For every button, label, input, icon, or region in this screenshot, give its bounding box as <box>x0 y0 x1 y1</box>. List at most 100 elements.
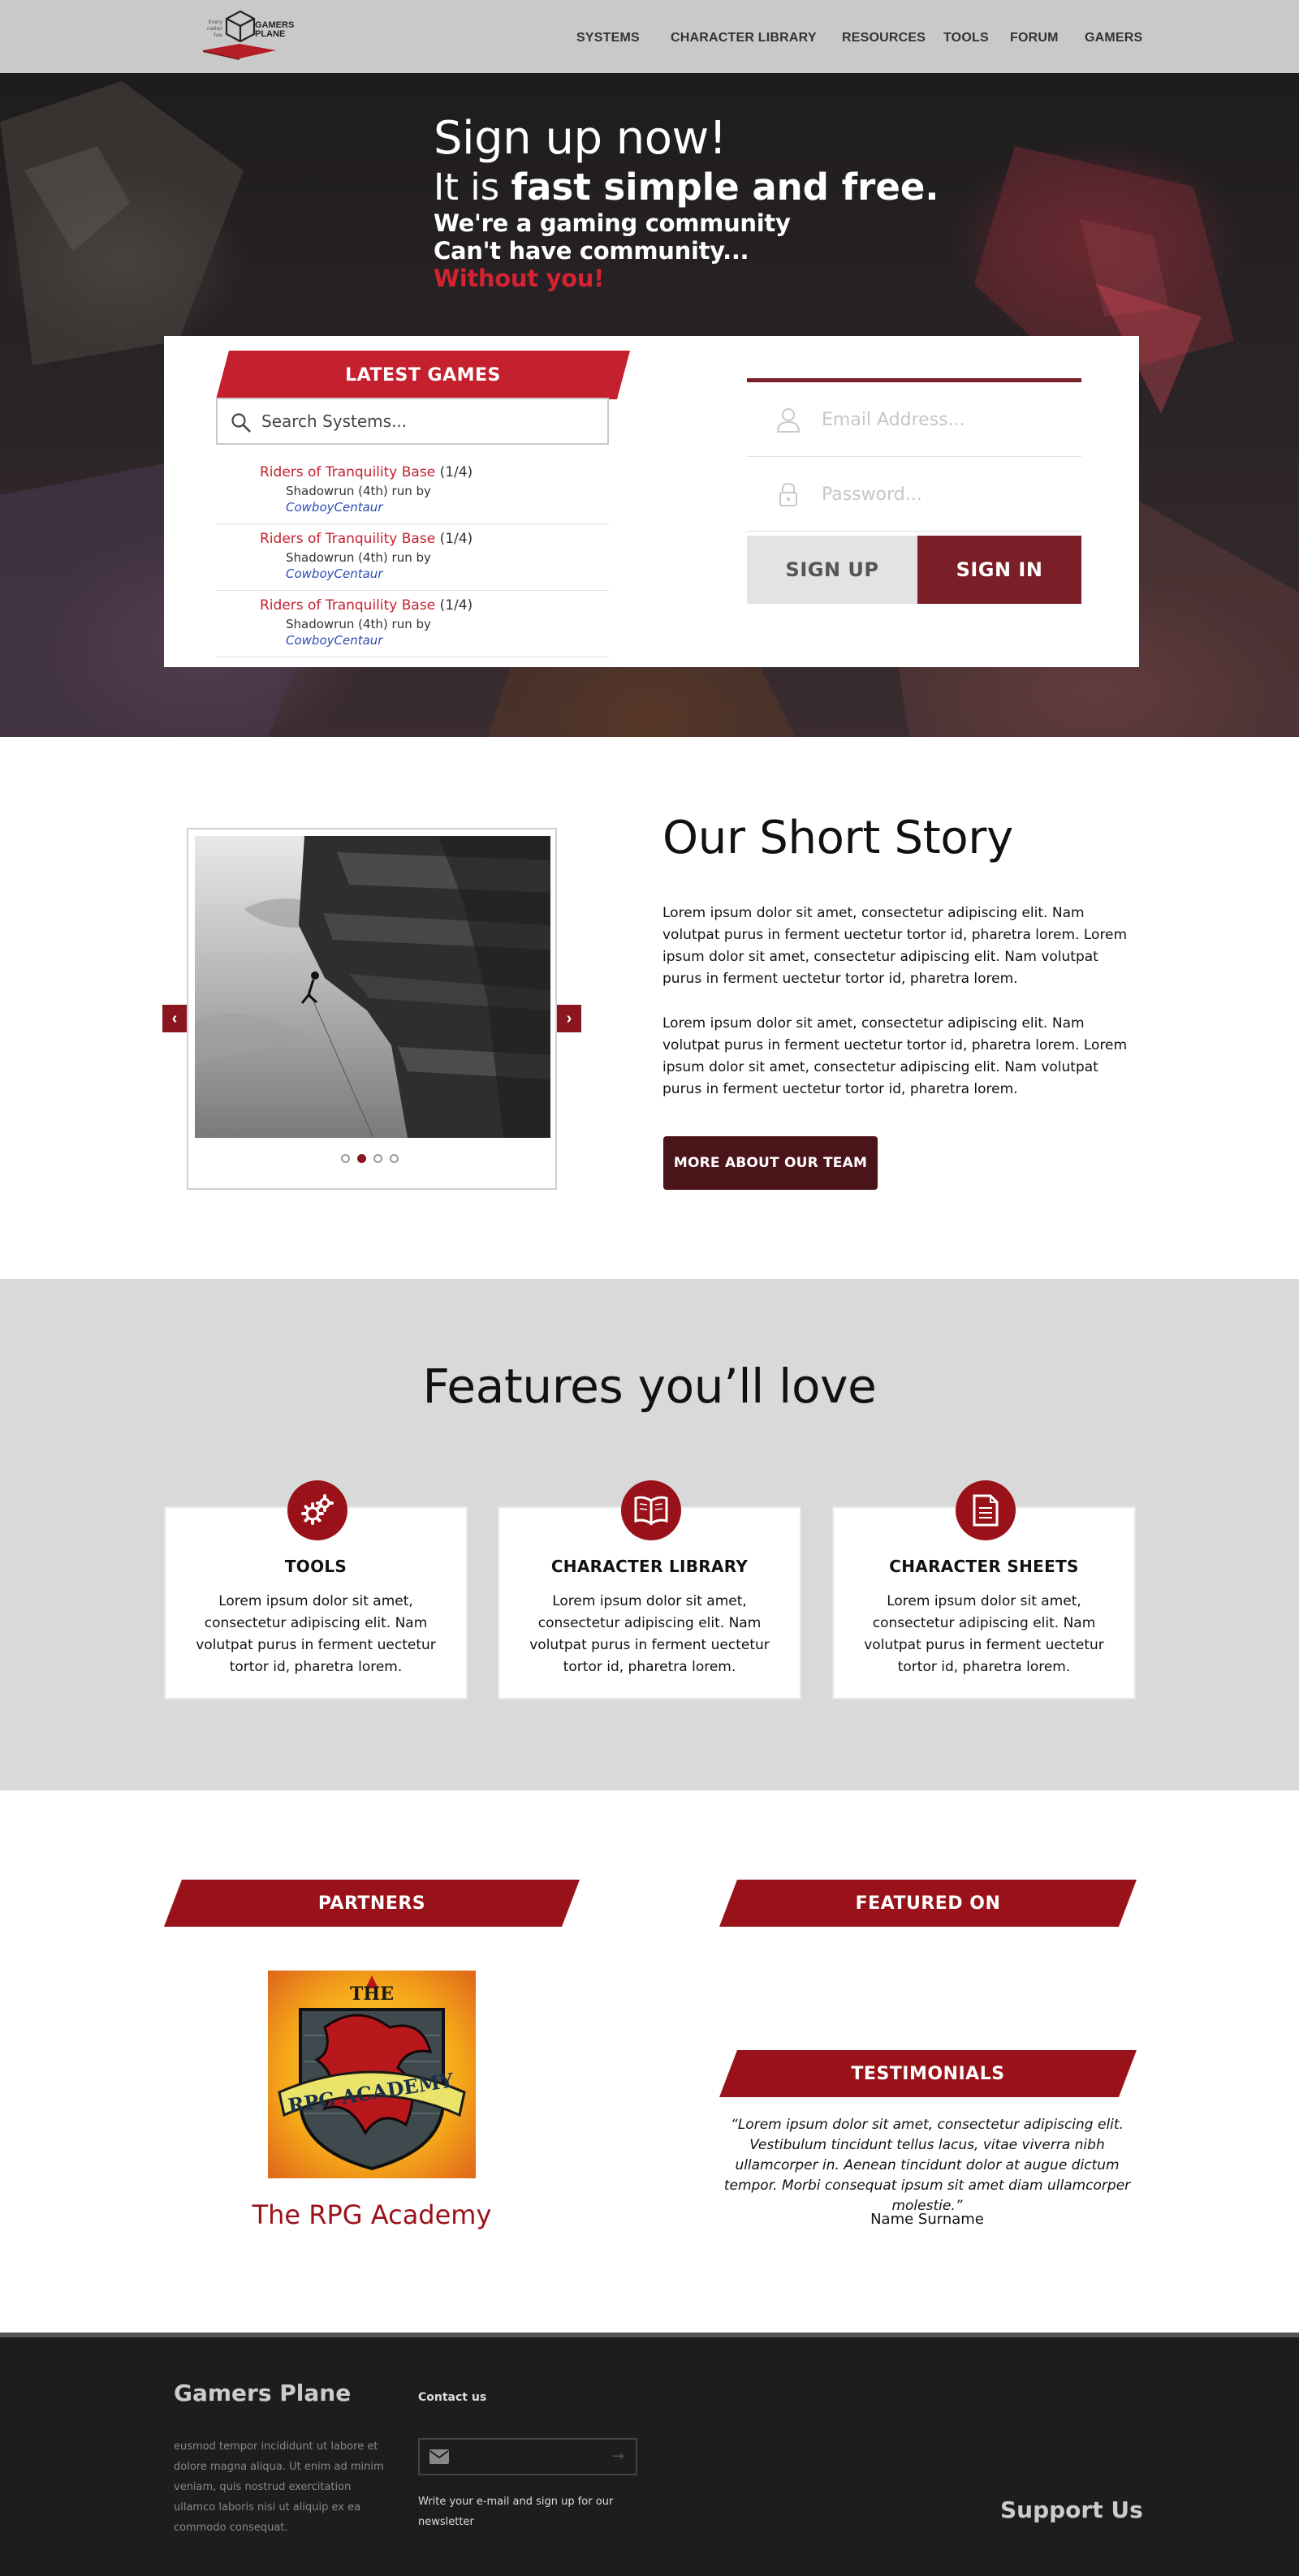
book-icon-glyph <box>634 1496 668 1526</box>
image-slider <box>187 828 557 1190</box>
partners-banner: PARTNERS <box>164 1880 580 1927</box>
testimonials-title: TESTIMONIALS <box>851 2063 1005 2084</box>
game-title-link[interactable]: Riders of Tranquility Base (1/4) <box>260 531 473 547</box>
featured-on-title: FEATURED ON <box>855 1893 1001 1914</box>
hero-subtitle-bold: fast simple and free. <box>511 166 939 209</box>
slider-dot[interactable] <box>373 1154 382 1163</box>
features-section: Features you’ll love TOOLS Lorem ipsum d <box>0 1279 1299 1790</box>
footer-brand: Gamers Plane <box>174 2380 352 2406</box>
hero-line-community: We're a gaming community <box>434 209 791 237</box>
story-title: Our Short Story <box>662 812 1013 864</box>
document-icon <box>956 1480 1016 1540</box>
search-systems-box <box>216 398 609 445</box>
our-story-section: ‹ › Our Short Story Lorem ipsum dolor si… <box>0 737 1299 1279</box>
hero-copy: Sign up now! It is fast simple and free.… <box>434 112 939 292</box>
submit-arrow-icon[interactable]: → <box>612 2448 624 2465</box>
slider-next-button[interactable]: › <box>557 1005 581 1032</box>
newsletter-note: Write your e-mail and sign up for our ne… <box>418 2496 614 2528</box>
newsletter-email-input[interactable] <box>459 2446 605 2467</box>
logo-tagline-line: Every <box>208 19 222 25</box>
hero-subtitle-prefix: It is <box>434 166 511 209</box>
login-buttons: SIGN UP SIGN IN <box>747 536 1081 604</box>
game-title[interactable]: Riders of Tranquility Base <box>260 597 435 614</box>
logo-wordmark: GAMERS PLANE <box>255 21 294 39</box>
game-system: Shadowrun (4th) run by <box>286 484 431 498</box>
list-item[interactable]: Riders of Tranquility Base (1/4) Shadowr… <box>216 458 609 524</box>
latest-games-title: LATEST GAMES <box>345 364 501 386</box>
list-item[interactable]: Riders of Tranquility Base (1/4) Shadowr… <box>216 524 609 591</box>
email-input[interactable] <box>822 405 1065 434</box>
list-item[interactable]: Riders of Tranquility Base (1/4) Shadowr… <box>216 591 609 657</box>
feature-title: CHARACTER SHEETS <box>889 1557 1079 1576</box>
cube-icon <box>225 10 256 42</box>
more-about-team-button[interactable]: MORE ABOUT OUR TEAM <box>663 1136 878 1190</box>
logo-tagline-line: nation <box>207 26 222 32</box>
features-title: Features you’ll love <box>422 1359 877 1414</box>
feature-description: Lorem ipsum dolor sit amet, consectetur … <box>196 1593 436 1675</box>
game-title[interactable]: Riders of Tranquility Base <box>260 464 435 480</box>
partner-name-link[interactable]: The RPG Academy <box>164 2199 580 2230</box>
slider-dot[interactable] <box>341 1154 350 1163</box>
game-player-count: (1/4) <box>439 531 473 547</box>
gamers-plane-logo[interactable]: Every nation has GAMERS PLANE <box>201 8 294 62</box>
search-systems-input[interactable] <box>261 409 586 433</box>
nav-systems[interactable]: SYSTEMS <box>576 31 640 45</box>
logo-wordmark-line: PLANE <box>255 29 286 39</box>
support-us-link[interactable]: Support Us <box>1000 2496 1143 2523</box>
game-title[interactable]: Riders of Tranquility Base <box>260 531 435 547</box>
lock-icon <box>779 482 797 506</box>
login-form: SIGN UP SIGN IN <box>747 378 1081 604</box>
newsletter-email-field: → <box>418 2438 637 2475</box>
password-input[interactable] <box>822 480 1065 509</box>
user-icon <box>776 408 801 433</box>
game-gm-link[interactable]: CowboyCentaur <box>286 633 382 648</box>
slider-prev-button[interactable]: ‹ <box>162 1005 187 1032</box>
feature-card-character-library: CHARACTER LIBRARY Lorem ipsum dolor sit … <box>498 1480 801 1699</box>
latest-games-list: Riders of Tranquility Base (1/4) Shadowr… <box>216 458 609 657</box>
book-icon <box>621 1480 681 1540</box>
testimonial-quote: “Lorem ipsum dolor sit amet, consectetur… <box>723 2117 1131 2214</box>
featured-on-banner: FEATURED ON <box>719 1880 1137 1927</box>
game-player-count: (1/4) <box>439 464 473 480</box>
game-title-link[interactable]: Riders of Tranquility Base (1/4) <box>260 597 473 614</box>
nav-tools[interactable]: TOOLS <box>943 31 989 45</box>
sign-up-button[interactable]: SIGN UP <box>747 536 917 604</box>
slider-dot[interactable] <box>390 1154 399 1163</box>
rpg-academy-logo[interactable]: THE RPG ACADEMY <box>268 1971 476 2178</box>
story-paragraph: Lorem ipsum dolor sit amet, consectetur … <box>662 1015 1128 1097</box>
contact-us-title: Contact us <box>418 2391 487 2404</box>
nav-character-library[interactable]: CHARACTER LIBRARY <box>671 31 817 45</box>
footer: Gamers Plane eusmod tempor incididunt ut… <box>0 2333 1299 2576</box>
footer-about-text: eusmod tempor incididunt ut labore et do… <box>174 2440 384 2534</box>
feature-description: Lorem ipsum dolor sit amet, consectetur … <box>529 1593 770 1675</box>
nav-forum[interactable]: FORUM <box>1010 31 1059 45</box>
rpg-academy-logo-art: THE RPG ACADEMY <box>268 1971 476 2178</box>
hero-subtitle: It is fast simple and free. <box>434 166 939 209</box>
partners-section: PARTNERS THE RPG ACADEMY The RPG Academy <box>0 1790 1299 2334</box>
slider-dot-active[interactable] <box>357 1154 366 1163</box>
sign-in-button[interactable]: SIGN IN <box>917 536 1081 604</box>
testimonial-author: Name Surname <box>870 2211 984 2228</box>
nav-resources[interactable]: RESOURCES <box>842 31 926 45</box>
climber-photo-art <box>195 836 550 1138</box>
top-navigation-bar: Every nation has GAMERS PLANE SYSTEMS CH… <box>0 0 1299 73</box>
hero-line-without-you: Without you! <box>434 265 605 292</box>
feature-description: Lorem ipsum dolor sit amet, consectetur … <box>864 1593 1104 1675</box>
feature-title: TOOLS <box>284 1557 347 1576</box>
signup-panel: LATEST GAMES Riders of Tranquility Base … <box>164 336 1139 667</box>
nav-gamers[interactable]: GAMERS <box>1085 31 1142 45</box>
game-player-count: (1/4) <box>439 597 473 614</box>
logo-tagline: Every nation has <box>201 19 222 39</box>
game-gm-link[interactable]: CowboyCentaur <box>286 566 382 581</box>
hero-title: Sign up now! <box>434 112 727 165</box>
gears-icon <box>287 1480 347 1540</box>
testimonials-banner: TESTIMONIALS <box>719 2050 1137 2097</box>
slider-dots <box>341 1154 422 1164</box>
search-icon <box>231 413 251 433</box>
game-gm-link[interactable]: CowboyCentaur <box>286 500 382 515</box>
game-system: Shadowrun (4th) run by <box>286 617 431 631</box>
document-icon-glyph <box>973 1494 999 1527</box>
game-system: Shadowrun (4th) run by <box>286 550 431 565</box>
email-field-row <box>747 382 1081 457</box>
game-title-link[interactable]: Riders of Tranquility Base (1/4) <box>260 464 473 480</box>
